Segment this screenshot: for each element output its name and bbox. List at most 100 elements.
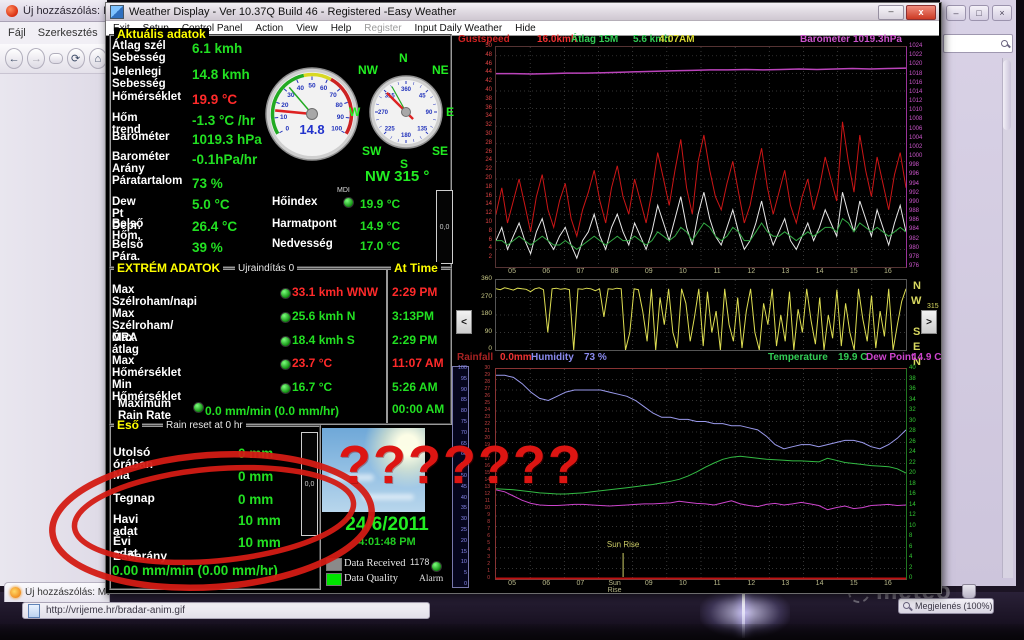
- extreme-time: 00:00 AM: [392, 402, 444, 416]
- scroll-left-button[interactable]: <: [456, 310, 472, 334]
- back-button[interactable]: ←: [5, 48, 23, 69]
- axis-tick: 19: [484, 442, 490, 448]
- svg-text:70: 70: [330, 92, 338, 99]
- axis-tick: 998: [909, 162, 919, 168]
- axis-tick: 10: [909, 523, 916, 529]
- gauge-value: 14.8: [299, 122, 324, 137]
- key-button[interactable]: [49, 53, 62, 64]
- search-icon: [1001, 40, 1009, 48]
- axis-tick: 100: [458, 365, 467, 371]
- close-button[interactable]: ×: [992, 5, 1012, 21]
- hour-label: 08: [601, 268, 629, 275]
- wd-close-button[interactable]: x: [906, 5, 936, 20]
- current-row-label: Belső Pára.: [112, 239, 143, 263]
- legend-item: 19.9 C: [838, 352, 867, 363]
- wd-menu-input-daily-weather[interactable]: Input Daily Weather: [415, 23, 503, 34]
- browser-scrollbar[interactable]: [1002, 58, 1013, 578]
- side-letter-s: S: [913, 326, 920, 338]
- axis-tick: 60: [461, 451, 467, 457]
- axis-tick: 360: [481, 276, 492, 282]
- axis-tick: 1006: [909, 126, 922, 132]
- data-received-count: 1178: [410, 557, 429, 567]
- hour-label: 07: [566, 580, 594, 587]
- hour-label: 16: [874, 268, 902, 275]
- axis-tick: 978: [909, 254, 919, 260]
- axis-tick: 9: [487, 512, 490, 518]
- cloud: [328, 474, 374, 481]
- rain-row-label: Ma: [113, 469, 130, 481]
- axis-tick: 70: [461, 430, 467, 436]
- reload-button[interactable]: ⟳: [67, 48, 85, 69]
- wd-minimize-button[interactable]: –: [878, 5, 904, 20]
- legend-item: Temperature: [768, 352, 828, 363]
- axis-tick: 6: [489, 237, 492, 243]
- axis-tick: 55: [461, 462, 467, 468]
- rain-reset-label: Rain reset at 0 hr: [163, 420, 246, 431]
- extremes-reset-label: Ujraindítás 0: [235, 263, 297, 274]
- wd-menu-view[interactable]: View: [296, 23, 318, 34]
- extreme-time: 5:26 AM: [392, 380, 438, 394]
- statusbar-url: http://vrijeme.hr/bradar-anim.gif: [22, 602, 430, 619]
- minimize-button[interactable]: –: [946, 5, 966, 21]
- hour-label: 11: [703, 580, 731, 587]
- wd-menu-help[interactable]: Help: [331, 23, 352, 34]
- hour-label: 14: [806, 268, 834, 275]
- magnifier-icon: [903, 602, 911, 610]
- current-row-label: Barométer Arány: [112, 151, 170, 175]
- menu-file[interactable]: Fájl: [8, 27, 26, 39]
- search-input[interactable]: [943, 34, 1013, 53]
- svg-text:360: 360: [401, 87, 412, 93]
- browser-titlebar[interactable]: Új hozzászólás: Meteorológ: [0, 0, 107, 22]
- chart-canvas: Sun Rise: [496, 369, 906, 579]
- axis-tick: 36: [909, 386, 916, 392]
- zoom-level-button[interactable]: Megjelenés (100%): [898, 598, 994, 614]
- svg-text:60: 60: [320, 85, 328, 92]
- forward-button[interactable]: →: [27, 48, 45, 69]
- forum-favicon-icon: [10, 587, 21, 598]
- axis-tick: 27: [484, 386, 490, 392]
- menu-edit[interactable]: Szerkesztés: [38, 27, 98, 39]
- wind-direction-compass: 4590135180225270315360: [368, 74, 444, 150]
- scroll-right-button[interactable]: >: [921, 310, 937, 334]
- svg-text:20: 20: [281, 102, 289, 109]
- axis-tick: 8: [487, 519, 490, 525]
- wd-titlebar[interactable]: Weather Display - Ver 10.37Q Build 46 - …: [106, 3, 939, 21]
- axis-tick: 28: [484, 379, 490, 385]
- browser-window-controls: – □ ×: [946, 5, 1016, 21]
- svg-text:40: 40: [297, 85, 305, 92]
- axis-tick: 29: [484, 372, 490, 378]
- scrollbar-thumb[interactable]: [1003, 60, 1011, 130]
- axis-tick: 984: [909, 226, 919, 232]
- legend-item: 73 %: [584, 352, 607, 363]
- axis-tick: 20: [461, 538, 467, 544]
- axis-tick: 1022: [909, 52, 922, 58]
- browser-tab-bottom[interactable]: Új hozzászólás: Meteor...: [4, 582, 110, 602]
- axis-tick: 12: [909, 512, 916, 518]
- data-received-swatch: [326, 558, 342, 571]
- compass-canvas: 4590135180225270315360: [368, 74, 444, 150]
- hour-label: 15: [840, 268, 868, 275]
- axis-tick: 48: [485, 52, 492, 58]
- legend-item: 4:07AM: [659, 34, 695, 45]
- extreme-led: [280, 312, 291, 323]
- axis-tick: 1004: [909, 135, 922, 141]
- axis-tick: 988: [909, 208, 919, 214]
- maximize-button[interactable]: □: [969, 5, 989, 21]
- axis-tick: 1008: [909, 116, 922, 122]
- derived-value: 17.0 °C: [360, 239, 400, 253]
- extreme-label: Max átlag: [112, 332, 139, 356]
- axis-tick: 10: [485, 219, 492, 225]
- current-row-value: 39 %: [192, 240, 223, 255]
- rain-axis: 0123456789101112131415161718192021222324…: [471, 368, 490, 578]
- series-average_speed_kmh: [496, 192, 906, 258]
- axis-tick: 35: [461, 505, 467, 511]
- wd-menu-action[interactable]: Action: [255, 23, 283, 34]
- chart-canvas: [496, 47, 906, 267]
- axis-tick: 90: [461, 387, 467, 393]
- axis-tick: 90: [485, 329, 492, 335]
- sky-right-filler: [425, 428, 452, 512]
- axis-tick: 18: [484, 449, 490, 455]
- current-row-value: 1019.3 hPa: [192, 132, 262, 147]
- extremes-title: EXTRÉM ADATOK: [114, 262, 223, 274]
- wd-menu-hide[interactable]: Hide: [515, 23, 536, 34]
